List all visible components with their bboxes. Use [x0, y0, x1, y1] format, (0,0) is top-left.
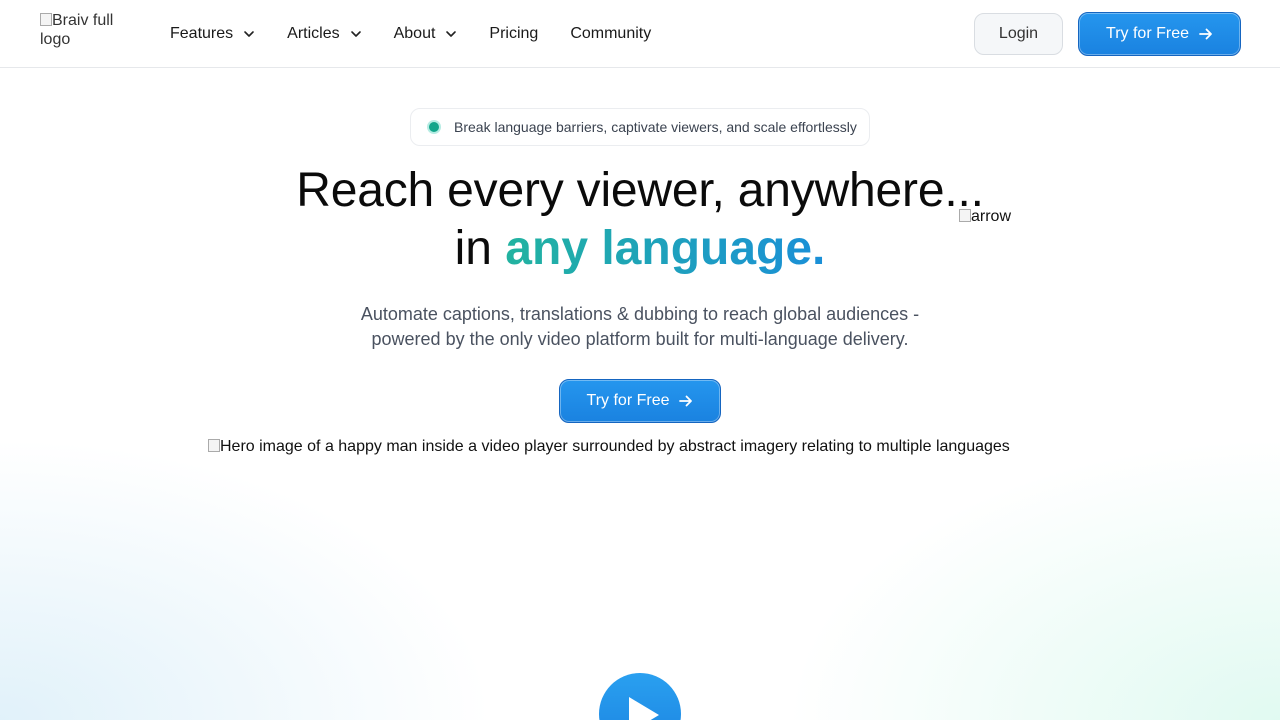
subtext-line1: Automate captions, translations & dubbin…	[360, 304, 920, 324]
nav-item-label: Pricing	[489, 25, 539, 42]
announcement-pill: Break language barriers, captivate viewe…	[410, 108, 870, 146]
status-dot-icon	[427, 120, 441, 134]
login-button[interactable]: Login	[974, 13, 1063, 55]
nav-item-community[interactable]: Community	[570, 25, 651, 43]
nav-item-label: About	[393, 25, 436, 42]
chevron-down-icon	[445, 28, 457, 40]
try-button-label: Try for Free	[1106, 25, 1189, 42]
nav-item-label: Features	[170, 25, 234, 42]
hero-try-for-free-button[interactable]: Try for Free	[559, 379, 721, 423]
headline-accent: any language.	[505, 222, 826, 275]
nav-item-pricing[interactable]: Pricing	[489, 25, 538, 43]
logo[interactable]: Braiv full logo	[40, 11, 130, 51]
chevron-down-icon	[243, 28, 255, 40]
play-button[interactable]	[599, 673, 681, 720]
site-header: Braiv full logo Features Articles About …	[0, 0, 1280, 68]
arrow-right-icon	[1199, 28, 1213, 40]
login-button-label: Login	[998, 25, 1039, 42]
broken-image-icon	[208, 439, 220, 452]
nav-item-label: Articles	[287, 25, 340, 42]
hero-cta-label: Try for Free	[586, 392, 670, 409]
chevron-down-icon	[350, 28, 362, 40]
nav-item-about[interactable]: About	[394, 25, 458, 43]
pill-text: Break language barriers, captivate viewe…	[454, 119, 857, 135]
nav-item-label: Community	[570, 25, 652, 42]
main-nav: Features Articles About Pricing Communit…	[170, 0, 683, 68]
hero-subtext: Automate captions, translations & dubbin…	[340, 302, 940, 352]
try-for-free-button[interactable]: Try for Free	[1078, 12, 1241, 56]
nav-item-articles[interactable]: Articles	[287, 25, 361, 43]
subtext-line2: powered by the only video platform built…	[371, 329, 909, 349]
broken-image-icon	[40, 13, 52, 26]
play-icon	[629, 697, 659, 720]
headline-prefix: in	[454, 222, 506, 275]
arrow-right-icon	[679, 395, 693, 407]
hero-image: Hero image of a happy man inside a video…	[208, 438, 1078, 460]
nav-item-features[interactable]: Features	[170, 25, 255, 43]
hero-image-alt-text: Hero image of a happy man inside a video…	[220, 438, 1010, 455]
headline-line2: in any language.	[0, 221, 1280, 277]
headline-line1: Reach every viewer, anywhere...	[296, 164, 984, 217]
